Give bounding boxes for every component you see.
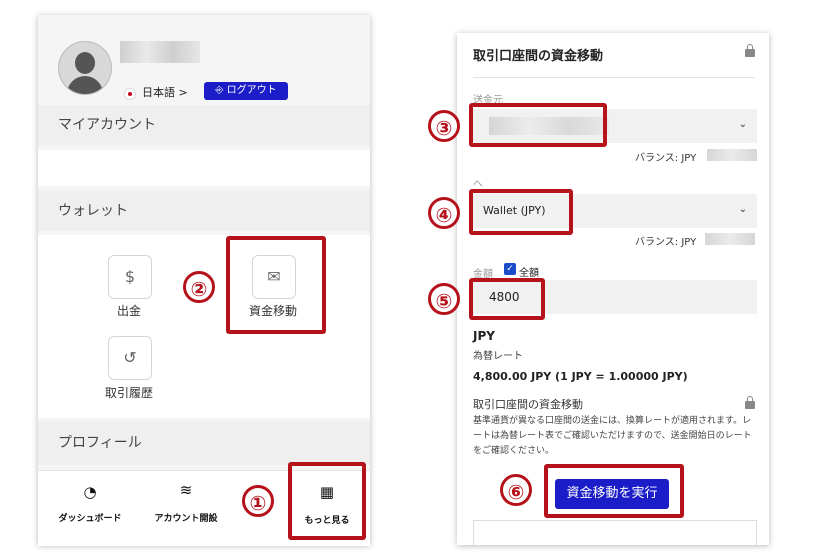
notice-title: 取引口座間の資金移動 [473, 398, 583, 411]
avatar-body [67, 76, 103, 94]
highlight-from-account [469, 103, 607, 147]
nav-open-account[interactable]: アカウント開設 [131, 511, 241, 524]
lock-icon [745, 44, 755, 57]
from-balance: バランス: JPY [635, 153, 697, 164]
highlight-transfer [226, 236, 326, 334]
rate-value: 4,800.00 JPY (1 JPY = 1.00000 JPY) [473, 370, 688, 383]
profile-header: 日本語 > ⎆ ログアウト [38, 15, 370, 115]
logout-label: ログアウト [226, 85, 277, 96]
blurred-balance-2 [705, 233, 755, 245]
withdraw-label: 出金 [116, 304, 141, 318]
chevron-down-icon: ⌄ [738, 119, 747, 130]
lower-field [473, 520, 757, 545]
currency-code: JPY [473, 329, 495, 343]
hand-coin-icon: $ [124, 267, 136, 286]
withdraw-tile[interactable]: $ [108, 255, 152, 299]
step-4-marker: ④ [428, 197, 460, 229]
my-account-heading[interactable]: マイアカウント [38, 105, 370, 145]
highlight-execute [544, 464, 684, 518]
all-amount-label: 全額 [519, 268, 539, 279]
speedometer-icon: ◔ [83, 483, 97, 501]
highlight-to-account [469, 189, 573, 235]
to-label: へ [473, 179, 483, 190]
layers-plus-icon: ≋ [179, 481, 193, 499]
highlight-amount [469, 278, 545, 320]
logout-button[interactable]: ⎆ ログアウト [204, 82, 288, 100]
page-title: 取引口座間の資金移動 [473, 49, 604, 64]
all-amount-checkbox[interactable]: ✓ [504, 263, 516, 275]
step-6-marker: ⑥ [500, 474, 532, 506]
nav-dashboard[interactable]: ダッシュボード [35, 511, 145, 524]
history-label: 取引履歴 [104, 386, 153, 400]
highlight-more [288, 462, 366, 540]
to-balance: バランス: JPY [635, 237, 697, 248]
chevron-down-icon: ⌄ [738, 204, 747, 215]
step-1-marker: ① [242, 485, 274, 517]
my-account-content [38, 150, 370, 186]
blurred-username [120, 41, 200, 63]
title-divider [473, 77, 755, 78]
step-5-marker: ⑤ [428, 283, 460, 315]
step-3-marker: ③ [428, 110, 460, 142]
blurred-balance-1 [707, 149, 757, 161]
japan-flag-icon [124, 88, 136, 100]
lock-icon [745, 396, 755, 409]
history-tile[interactable]: ↺ [108, 336, 152, 380]
language-selector[interactable]: 日本語 > [142, 84, 188, 100]
rate-label: 為替レート [473, 351, 523, 362]
avatar-head [75, 52, 95, 74]
profile-heading[interactable]: プロフィール [38, 421, 370, 465]
step-2-marker: ② [183, 271, 215, 303]
avatar[interactable] [58, 41, 112, 95]
wallet-heading[interactable]: ウォレット [38, 191, 370, 231]
logout-icon: ⎆ [215, 85, 227, 96]
notice-text: 基準通貨が異なる口座間の送金には、換算レートが適用されます。レートは為替レート表… [473, 416, 752, 456]
history-icon: ↺ [123, 348, 137, 367]
